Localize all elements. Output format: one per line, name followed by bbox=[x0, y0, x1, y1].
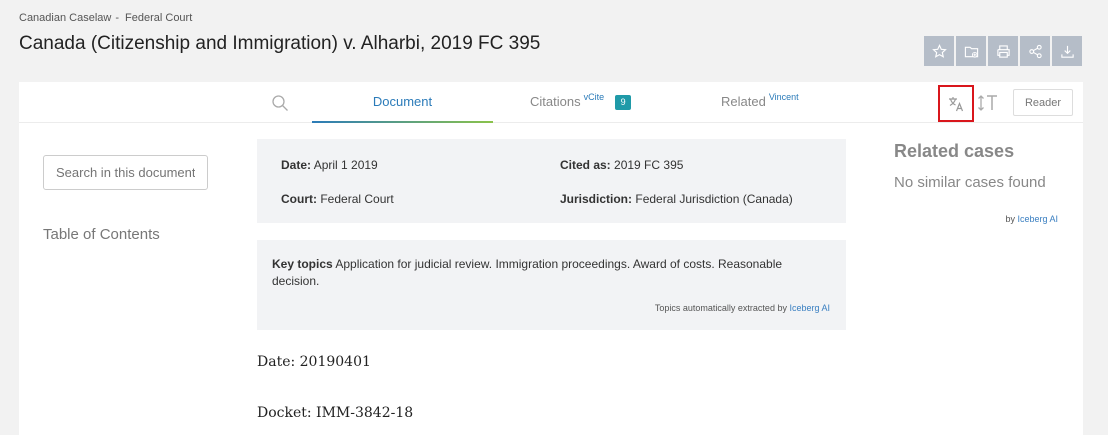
breadcrumb-root[interactable]: Canadian Caselaw bbox=[19, 12, 111, 24]
key-topics-label: Key topics bbox=[272, 257, 333, 271]
favorite-button[interactable] bbox=[924, 36, 954, 66]
case-metadata: Date: April 1 2019 Cited as: 2019 FC 395… bbox=[257, 139, 846, 223]
translate-icon bbox=[949, 96, 964, 111]
meta-cited-label: Cited as: bbox=[560, 158, 611, 172]
document-search-input[interactable] bbox=[43, 155, 208, 190]
meta-date-label: Date: bbox=[281, 158, 312, 172]
key-topics-list: Application for judicial review. Immigra… bbox=[272, 257, 783, 288]
search-icon[interactable] bbox=[271, 94, 289, 112]
document-card: Document Citations vCite 9 Related Vincent … bbox=[19, 82, 1083, 435]
print-button[interactable] bbox=[988, 36, 1018, 66]
tab-related[interactable]: Related Vincent bbox=[721, 92, 799, 109]
action-toolbar bbox=[924, 36, 1082, 66]
document-line: Date: 20190401 bbox=[257, 354, 371, 370]
vincent-label: Vincent bbox=[768, 92, 799, 102]
vcite-label: vCite bbox=[583, 92, 605, 102]
table-of-contents-label[interactable]: Table of Contents bbox=[43, 226, 160, 243]
meta-cited-value: 2019 FC 395 bbox=[614, 158, 684, 172]
key-topics-text: Key topics Application for judicial revi… bbox=[272, 256, 832, 290]
tab-document-label: Document bbox=[372, 94, 433, 109]
tab-citations-label: Citations bbox=[530, 94, 581, 109]
print-icon bbox=[996, 44, 1010, 58]
breadcrumb: Canadian Caselaw - Federal Court bbox=[19, 12, 192, 24]
share-icon bbox=[1028, 44, 1042, 58]
meta-date-value: April 1 2019 bbox=[313, 158, 378, 172]
meta-court-value: Federal Court bbox=[320, 192, 394, 206]
download-button[interactable] bbox=[1052, 36, 1082, 66]
breadcrumb-separator: - bbox=[115, 12, 120, 24]
download-icon bbox=[1060, 45, 1074, 58]
citations-count-badge: 9 bbox=[615, 95, 632, 110]
related-iceberg-ai-link[interactable]: Iceberg AI bbox=[1017, 214, 1058, 224]
related-cases-empty: No similar cases found bbox=[894, 174, 1046, 191]
breadcrumb-current[interactable]: Federal Court bbox=[125, 12, 192, 24]
star-icon bbox=[931, 43, 947, 58]
iceberg-ai-link[interactable]: Iceberg AI bbox=[789, 303, 830, 313]
meta-jurisdiction-value: Federal Jurisdiction (Canada) bbox=[635, 192, 793, 206]
meta-court-label: Court: bbox=[281, 192, 317, 206]
meta-court: Court: Federal Court bbox=[281, 192, 394, 206]
related-by-text: by bbox=[1005, 214, 1015, 224]
add-to-folder-button[interactable] bbox=[956, 36, 986, 66]
related-by: by Iceberg AI bbox=[1005, 214, 1058, 224]
folder-add-icon bbox=[964, 46, 978, 58]
tab-bar: Document Citations vCite 9 Related Vincent … bbox=[19, 82, 1083, 123]
translate-button[interactable] bbox=[938, 85, 974, 122]
page-title: Canada (Citizenship and Immigration) v. … bbox=[19, 33, 541, 54]
tab-related-label: Related bbox=[721, 94, 766, 109]
meta-cited: Cited as: 2019 FC 395 bbox=[560, 158, 683, 172]
meta-jurisdiction-label: Jurisdiction: bbox=[560, 192, 633, 206]
text-size-icon[interactable] bbox=[977, 93, 999, 113]
share-button[interactable] bbox=[1020, 36, 1050, 66]
topics-note-text: Topics automatically extracted by bbox=[654, 303, 787, 313]
key-topics: Key topics Application for judicial revi… bbox=[257, 240, 846, 330]
meta-date: Date: April 1 2019 bbox=[281, 158, 378, 172]
meta-jurisdiction: Jurisdiction: Federal Jurisdiction (Cana… bbox=[560, 192, 793, 206]
related-cases-title: Related cases bbox=[894, 141, 1015, 161]
document-line: Docket: IMM-3842-18 bbox=[257, 405, 414, 421]
tab-document[interactable]: Document bbox=[312, 94, 493, 123]
topics-note: Topics automatically extracted by Iceber… bbox=[655, 303, 830, 313]
reader-button[interactable]: Reader bbox=[1013, 89, 1073, 116]
tab-citations[interactable]: Citations vCite 9 bbox=[530, 92, 632, 111]
